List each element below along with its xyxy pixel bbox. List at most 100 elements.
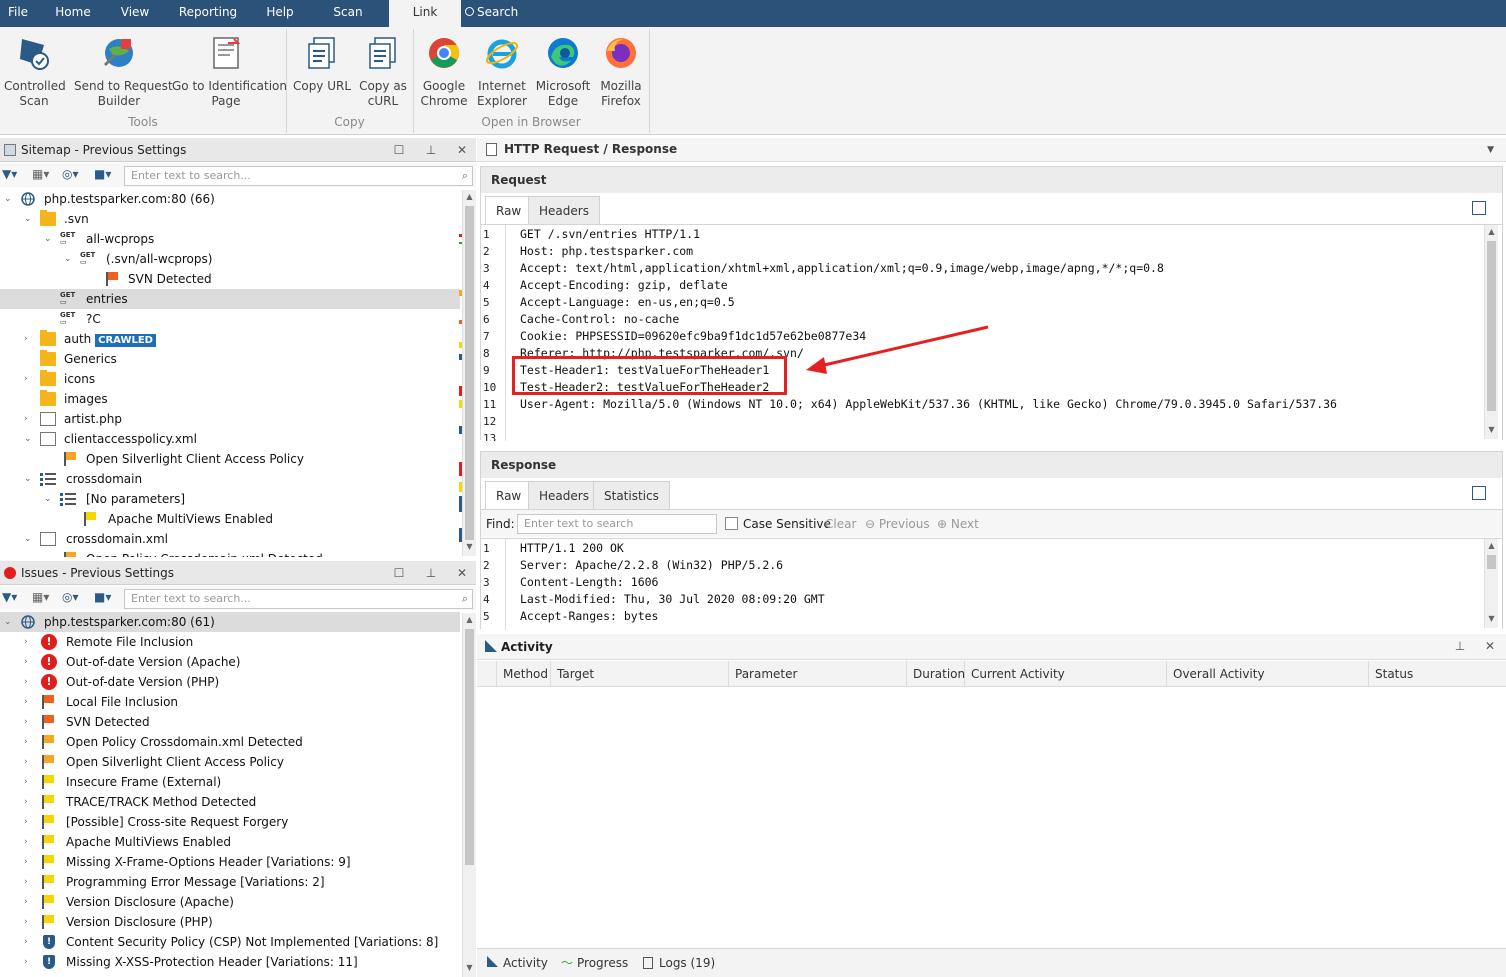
chevron-right-icon[interactable]: › <box>24 892 34 912</box>
tab-progress[interactable]: 〜 Progress <box>561 949 628 977</box>
issue-row[interactable]: ›! Out-of-date Version (PHP) <box>0 672 460 692</box>
issue-row[interactable]: › Programming Error Message [Variations: … <box>0 872 460 892</box>
tab-activity[interactable]: Activity <box>487 949 548 977</box>
menu-link[interactable]: Link <box>389 0 461 27</box>
open-ie-button[interactable]: Internet Explorer <box>474 35 530 115</box>
close-icon[interactable]: ✕ <box>1483 634 1497 658</box>
tree-row[interactable]: GET ▭ entries <box>0 289 460 309</box>
col-status[interactable]: Status <box>1369 661 1506 687</box>
issue-row[interactable]: › Version Disclosure (Apache) <box>0 892 460 912</box>
send-to-request-builder-button[interactable]: Send to Request Builder <box>74 35 173 115</box>
close-icon[interactable]: ✕ <box>455 138 469 162</box>
sitemap-search-input[interactable]: Enter text to search... ⌕ <box>124 166 473 186</box>
request-tab-headers[interactable]: Headers <box>528 196 600 224</box>
issue-row[interactable]: › Version Disclosure (PHP) <box>0 912 460 932</box>
chevron-right-icon[interactable]: › <box>24 772 34 792</box>
maximize-icon[interactable]: ☐ <box>392 138 406 162</box>
open-edge-button[interactable]: Microsoft Edge <box>534 35 592 115</box>
issues-search-input[interactable]: Enter text to search... ⌕ <box>124 589 473 609</box>
issues-scrollbar[interactable]: ▲ ▼ <box>462 613 476 977</box>
copy-icon[interactable] <box>1472 201 1486 215</box>
tree-row[interactable]: SVN Detected <box>0 269 460 289</box>
pin-icon[interactable]: ⊥ <box>424 561 438 585</box>
tree-row[interactable]: ⌄ GET ▭ all-wcprops <box>0 229 460 249</box>
issue-row[interactable]: › [Possible] Cross-site Request Forgery <box>0 812 460 832</box>
request-scrollbar[interactable]: ▲ ▼ <box>1484 225 1498 439</box>
issue-row[interactable]: › SVN Detected <box>0 712 460 732</box>
menu-help[interactable]: Help <box>258 0 302 27</box>
chevron-right-icon[interactable]: › <box>24 652 34 672</box>
tree-row[interactable]: ⌄ .svn <box>0 209 460 229</box>
chevron-right-icon[interactable]: › <box>24 812 34 832</box>
case-sensitive-label[interactable]: Case Sensitive <box>743 517 831 531</box>
grid-filter-icon[interactable]: ▦▾ <box>32 167 49 183</box>
next-button[interactable]: ⊕ Next <box>937 517 979 531</box>
response-tab-headers[interactable]: Headers <box>528 481 600 509</box>
menu-view[interactable]: View <box>112 0 158 27</box>
menu-home[interactable]: Home <box>46 0 100 27</box>
chevron-right-icon[interactable]: › <box>24 952 34 972</box>
view-options-icon[interactable]: ■▾ <box>94 590 111 606</box>
tree-row[interactable]: GET ▭ ?C <box>0 309 460 329</box>
status-filter-icon[interactable]: ◎▾ <box>62 167 79 183</box>
issue-row[interactable]: › Local File Inclusion <box>0 692 460 712</box>
tree-row[interactable]: Open Silverlight Client Access Policy <box>0 449 460 469</box>
case-sensitive-checkbox[interactable] <box>725 517 738 530</box>
response-tab-statistics[interactable]: Statistics <box>593 481 670 509</box>
controlled-scan-button[interactable]: Controlled Scan <box>4 35 66 115</box>
clear-button[interactable]: Clear <box>825 517 856 531</box>
tree-row[interactable]: Generics <box>0 349 460 369</box>
response-editor[interactable]: 1 HTTP/1.1 200 OK 2 Server: Apache/2.2.8 (W… <box>481 538 1502 630</box>
response-scrollbar[interactable]: ▲ ▼ <box>1484 539 1498 628</box>
menu-reporting[interactable]: Reporting <box>172 0 244 27</box>
tree-row[interactable]: Open Policy Crossdomain.xml Detected <box>0 549 460 557</box>
chevron-right-icon[interactable]: › <box>24 692 34 712</box>
sitemap-scrollbar[interactable]: ▲ ▼ <box>462 190 476 556</box>
copy-icon[interactable] <box>1472 486 1486 500</box>
issue-row[interactable]: › Open Silverlight Client Access Policy <box>0 752 460 772</box>
tree-row[interactable]: images <box>0 389 460 409</box>
tree-row[interactable]: ⌄ crossdomain.xml <box>0 529 460 549</box>
request-tab-raw[interactable]: Raw <box>485 196 533 224</box>
chevron-right-icon[interactable]: › <box>24 632 34 652</box>
maximize-icon[interactable]: ☐ <box>392 561 406 585</box>
chevron-right-icon[interactable]: › <box>24 752 34 772</box>
chevron-right-icon[interactable]: › <box>24 912 34 932</box>
tree-row[interactable]: Apache MultiViews Enabled <box>0 509 460 529</box>
tree-row[interactable]: › artist.php <box>0 409 460 429</box>
go-to-identification-page-button[interactable]: Go to Identification Page <box>172 35 287 115</box>
chevron-down-icon[interactable]: ▼ <box>1487 138 1494 162</box>
close-icon[interactable]: ✕ <box>455 561 469 585</box>
filter-icon[interactable]: ▼▾ <box>2 167 17 183</box>
tree-row[interactable]: ⌄ php.testsparker.com:80 (66) <box>0 189 460 209</box>
issue-row[interactable]: › Insecure Frame (External) <box>0 772 460 792</box>
copy-as-curl-button[interactable]: Copy as cURL <box>356 35 410 115</box>
issue-row[interactable]: ›! Remote File Inclusion <box>0 632 460 652</box>
menu-file[interactable]: File <box>0 0 36 27</box>
issue-row[interactable]: ›! Out-of-date Version (Apache) <box>0 652 460 672</box>
col-duration[interactable]: Duration <box>907 661 965 687</box>
chevron-right-icon[interactable]: › <box>24 872 34 892</box>
col-overall-activity[interactable]: Overall Activity <box>1167 661 1369 687</box>
pin-icon[interactable]: ⊥ <box>1453 634 1467 658</box>
issue-row[interactable]: ›! Content Security Policy (CSP) Not Impl… <box>0 932 460 952</box>
filter-icon[interactable]: ▼▾ <box>2 590 17 606</box>
menu-search[interactable]: Search <box>465 0 525 27</box>
tab-logs[interactable]: Logs (19) <box>643 949 715 977</box>
status-filter-icon[interactable]: ◎▾ <box>62 590 79 606</box>
chevron-right-icon[interactable]: › <box>24 792 34 812</box>
tree-row[interactable]: ⌄ php.testsparker.com:80 (61) <box>0 612 460 632</box>
issue-row[interactable]: › Missing X-Frame-Options Header [Variati… <box>0 852 460 872</box>
pin-icon[interactable]: ⊥ <box>424 138 438 162</box>
issue-row[interactable]: › TRACE/TRACK Method Detected <box>0 792 460 812</box>
view-options-icon[interactable]: ■▾ <box>94 167 111 183</box>
copy-url-button[interactable]: Copy URL <box>292 35 352 115</box>
tree-row[interactable]: ⌄ [No parameters] <box>0 489 460 509</box>
issue-row[interactable]: › Apache MultiViews Enabled <box>0 832 460 852</box>
chevron-right-icon[interactable]: › <box>24 672 34 692</box>
chevron-right-icon[interactable]: › <box>24 712 34 732</box>
chevron-right-icon[interactable]: › <box>24 852 34 872</box>
col-parameter[interactable]: Parameter <box>729 661 907 687</box>
col-method[interactable]: Method <box>497 661 551 687</box>
chevron-right-icon[interactable]: › <box>24 932 34 952</box>
